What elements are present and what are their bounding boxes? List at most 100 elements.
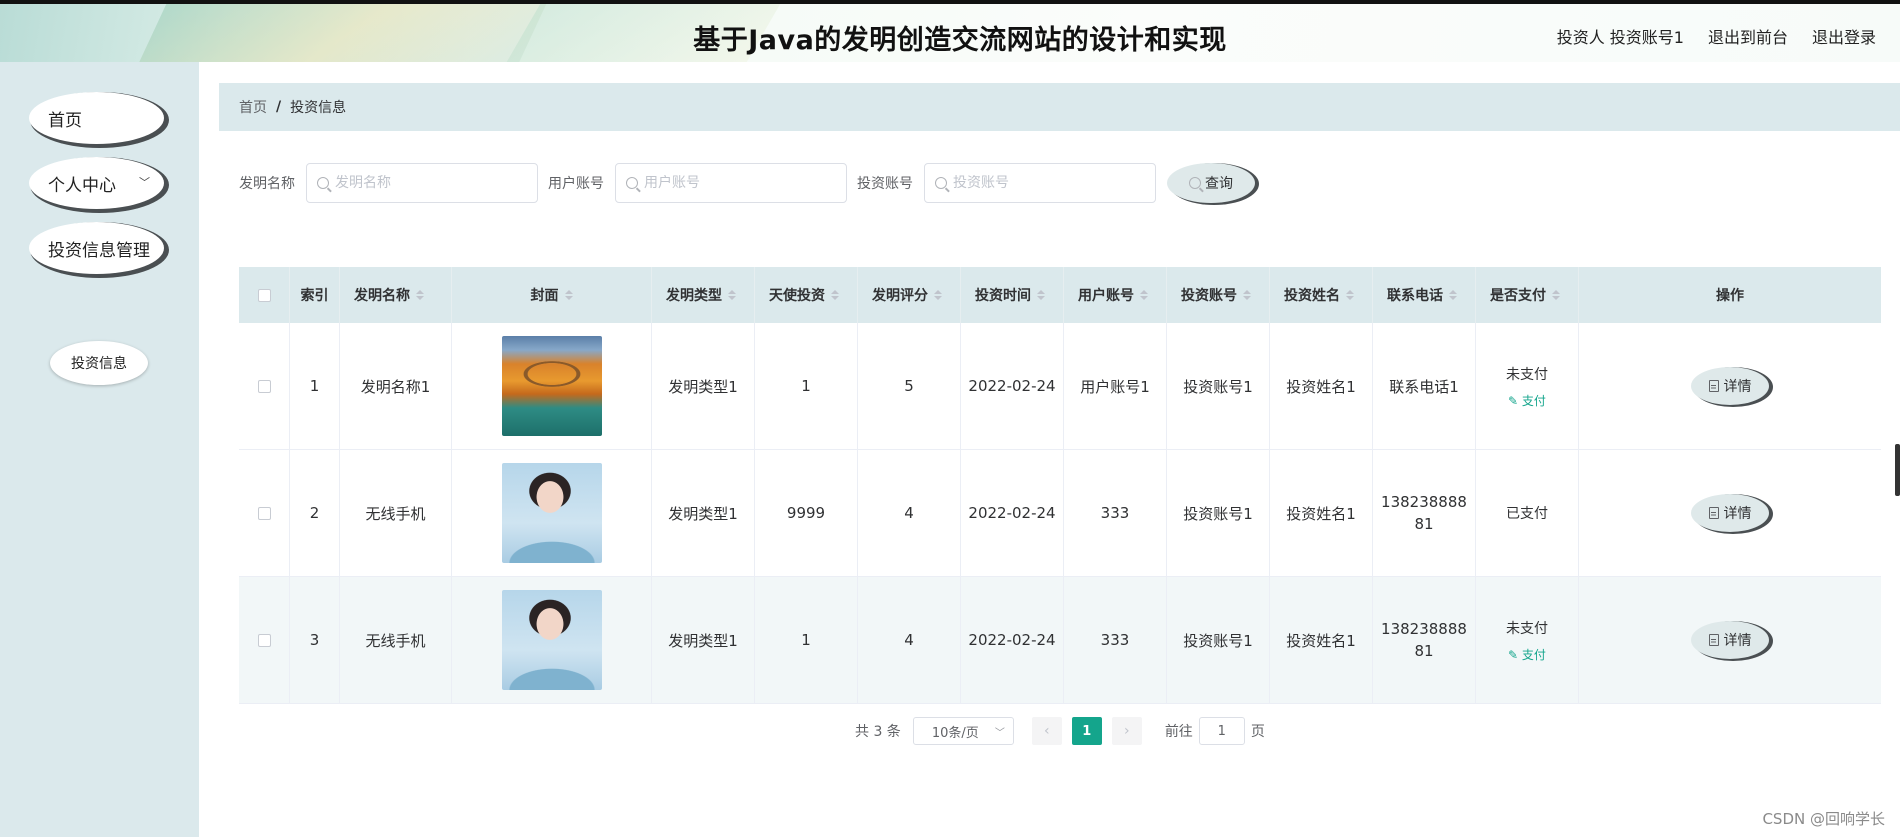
column-header-label: 发明名称 [354, 288, 410, 304]
angel-investment-cell: 9999 [755, 450, 858, 576]
header-links: 投资人 投资账号1 退出到前台 退出登录 [1557, 24, 1876, 48]
index-cell: 2 [290, 450, 340, 576]
investment-time-cell: 2022-02-24 [961, 577, 1064, 703]
scrollbar-thumb[interactable] [1895, 444, 1900, 496]
search-label-user-account: 用户账号 [548, 176, 604, 192]
sidebar-item-personal-center[interactable]: 个人中心 ﹀ [29, 157, 164, 209]
pay-link[interactable]: ✎ 支付 [1508, 646, 1546, 663]
header-select-all[interactable] [239, 267, 290, 323]
cover-cell [452, 450, 652, 576]
sidebar-item-label: 首页 [48, 110, 82, 131]
payment-status-cell: 已支付 [1476, 450, 1579, 576]
user-account-input[interactable] [644, 175, 834, 191]
payment-status: 未支付 [1506, 620, 1548, 637]
sort-icon[interactable] [1243, 290, 1251, 300]
search-label-invention-name: 发明名称 [239, 176, 295, 192]
user-account-cell: 333 [1064, 450, 1167, 576]
invention-name-cell: 无线手机 [340, 450, 452, 576]
investment-account-input[interactable] [953, 175, 1143, 191]
column-header-label: 联系电话 [1387, 288, 1443, 304]
investment-account-field[interactable] [924, 163, 1156, 203]
column-header-label: 发明评分 [872, 288, 928, 304]
edit-icon: ✎ [1508, 647, 1522, 662]
detail-button[interactable]: 详情 [1691, 621, 1769, 659]
investment-table: 索引 发明名称 封面 发明类型 天使投资 发明评分 投资时间 用户账号 投资账号… [239, 267, 1881, 704]
sort-icon[interactable] [934, 290, 942, 300]
column-header-sortable[interactable]: 天使投资 [755, 267, 858, 323]
sidebar: 首页 个人中心 ﹀ 投资信息管理 投资信息 [0, 62, 199, 837]
column-header-sortable[interactable]: 投资账号 [1167, 267, 1270, 323]
sort-icon[interactable] [1552, 290, 1560, 300]
column-header-sortable[interactable]: 用户账号 [1064, 267, 1167, 323]
row-select-cell[interactable] [239, 323, 290, 449]
sort-icon[interactable] [831, 290, 839, 300]
breadcrumb-home[interactable]: 首页 [239, 97, 267, 117]
exit-to-front-link[interactable]: 退出到前台 [1708, 24, 1788, 48]
cover-image [501, 336, 602, 436]
phone-line: 81 [1414, 515, 1434, 533]
row-select-cell[interactable] [239, 577, 290, 703]
chevron-right-icon: › [1124, 723, 1130, 739]
pay-link[interactable]: ✎ 支付 [1508, 392, 1546, 409]
sidebar-item-investment-management[interactable]: 投资信息管理 [29, 222, 164, 274]
row-checkbox[interactable] [257, 633, 271, 647]
column-header-label: 用户账号 [1078, 288, 1134, 304]
sort-icon[interactable] [728, 290, 736, 300]
detail-button-label: 详情 [1723, 379, 1752, 395]
search-icon [626, 177, 638, 189]
column-header-sortable[interactable]: 投资姓名 [1270, 267, 1373, 323]
column-header-label: 是否支付 [1490, 288, 1546, 304]
sidebar-item-home[interactable]: 首页 [29, 92, 164, 144]
edit-icon: ✎ [1508, 393, 1522, 408]
column-header-sortable[interactable]: 发明评分 [858, 267, 961, 323]
invention-name-input[interactable] [335, 175, 525, 191]
row-select-cell[interactable] [239, 450, 290, 576]
current-user-label: 投资人 投资账号1 [1556, 28, 1684, 47]
column-header-sortable[interactable]: 封面 [452, 267, 652, 323]
column-header-sortable[interactable]: 发明类型 [652, 267, 755, 323]
sort-icon[interactable] [1449, 290, 1457, 300]
sort-icon[interactable] [564, 290, 573, 300]
sidebar-subitem-investment-info[interactable]: 投资信息 [50, 341, 148, 385]
column-header-sortable[interactable]: 发明名称 [340, 267, 452, 323]
column-header-label: 投资姓名 [1284, 288, 1340, 304]
query-button[interactable]: 查询 [1167, 163, 1255, 203]
detail-button[interactable]: 详情 [1691, 494, 1769, 532]
logout-link[interactable]: 退出登录 [1812, 24, 1876, 48]
angel-investment-cell: 1 [755, 323, 858, 449]
goto-page-input[interactable] [1198, 717, 1245, 745]
phone-line: 81 [1414, 642, 1434, 660]
page-size-select[interactable]: 10条/页 ﹀ [912, 717, 1014, 745]
prev-page-button[interactable]: ‹ [1031, 717, 1062, 745]
sort-icon[interactable] [1037, 290, 1045, 300]
investor-name-cell: 投资姓名1 [1270, 323, 1373, 449]
page-jump: 前往 页 [1165, 717, 1265, 745]
row-checkbox[interactable] [257, 506, 271, 520]
phone-cell: 联系电话1 [1373, 323, 1476, 449]
sort-icon[interactable] [1140, 290, 1148, 300]
sort-icon[interactable] [416, 290, 424, 300]
column-header-sortable[interactable]: 投资时间 [961, 267, 1064, 323]
query-button-label: 查询 [1205, 176, 1233, 192]
table-row: 2 无线手机 发明类型1 9999 4 2022-02-24 333 投资账号1… [239, 450, 1881, 577]
invention-name-field[interactable] [306, 163, 538, 203]
page-number-button[interactable]: 1 [1071, 717, 1102, 745]
user-account-field[interactable] [615, 163, 847, 203]
actions-cell: 详情 [1579, 577, 1881, 703]
detail-button[interactable]: 详情 [1691, 367, 1769, 405]
site-header: 基于Java的发明创造交流网站的设计和实现 投资人 投资账号1 退出到前台 退出… [0, 4, 1900, 62]
chevron-down-icon: ﹀ [994, 727, 1005, 739]
next-page-button[interactable]: › [1111, 717, 1142, 745]
column-header-sortable[interactable]: 联系电话 [1373, 267, 1476, 323]
select-all-checkbox[interactable] [257, 288, 271, 302]
row-checkbox[interactable] [257, 379, 271, 393]
sort-icon[interactable] [1346, 290, 1354, 300]
detail-button-label: 详情 [1723, 506, 1752, 522]
pagination: 共 3 条 10条/页 ﹀ ‹ 1 › 前往 页 [855, 717, 1265, 745]
actions-cell: 详情 [1579, 450, 1881, 576]
column-header-label: 封面 [530, 288, 559, 304]
column-header-sortable[interactable]: 是否支付 [1476, 267, 1579, 323]
investment-account-cell: 投资账号1 [1167, 450, 1270, 576]
angel-investment-cell: 1 [755, 577, 858, 703]
detail-button-label: 详情 [1723, 633, 1752, 649]
